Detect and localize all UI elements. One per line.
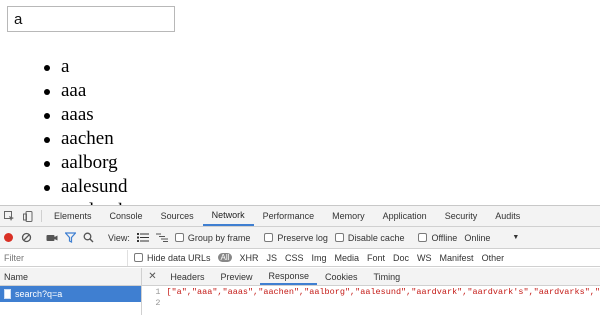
name-column-header[interactable]: Name	[0, 268, 142, 286]
request-name: search?q=a	[15, 289, 63, 299]
tab-memory[interactable]: Memory	[323, 206, 374, 226]
filter-input[interactable]	[0, 249, 128, 266]
list-item: a	[42, 55, 342, 79]
checkbox-icon	[174, 233, 184, 242]
chevron-down-icon: ▼	[512, 234, 520, 241]
response-body[interactable]: 1 ["a","aaa","aaas","aachen","aalborg","…	[142, 286, 600, 308]
clear-icon[interactable]	[21, 232, 32, 243]
filter-bar: Hide data URLs All XHR JS CSS Img Media …	[0, 249, 600, 267]
list-item: aaas	[42, 103, 342, 127]
network-body: Name search?q=a ✕ Headers Preview Respon…	[0, 268, 600, 315]
checkbox-icon	[334, 233, 344, 242]
devtools-tabbar: Elements Console Sources Network Perform…	[0, 206, 600, 227]
disable-cache-checkbox[interactable]: Disable cache	[334, 232, 405, 243]
tab-console[interactable]: Console	[101, 206, 152, 226]
filter-type-all[interactable]: All	[217, 253, 233, 262]
search-icon[interactable]	[83, 232, 94, 243]
divider	[41, 210, 42, 222]
hide-data-urls-checkbox[interactable]: Hide data URLs	[134, 253, 211, 263]
line-number: 2	[155, 297, 161, 308]
preserve-log-checkbox[interactable]: Preserve log	[264, 233, 328, 243]
screenshot-camera-icon[interactable]	[46, 233, 58, 243]
request-list: Name search?q=a	[0, 268, 143, 315]
list-item: aalborg	[42, 151, 342, 175]
filter-type-doc[interactable]: Doc	[389, 253, 413, 263]
tab-headers[interactable]: Headers	[162, 268, 212, 285]
offline-label: Offline	[431, 232, 458, 243]
filter-type-xhr[interactable]: XHR	[235, 253, 262, 263]
tab-preview[interactable]: Preview	[212, 268, 260, 285]
results-list: a aaa aaas aachen aalborg aalesund aardv…	[42, 55, 342, 205]
tab-response[interactable]: Response	[260, 268, 317, 285]
throttling-select[interactable]: Online ▼	[464, 233, 519, 243]
filter-type-media[interactable]: Media	[331, 253, 364, 263]
tab-network[interactable]: Network	[202, 206, 254, 226]
filter-type-css[interactable]: CSS	[281, 253, 308, 263]
hide-data-urls-label: Hide data URLs	[147, 252, 211, 263]
network-toolbar: View: Group by frame Preserve log Disabl…	[0, 227, 600, 249]
line-number: 1	[155, 286, 161, 297]
inspect-element-icon[interactable]	[0, 206, 19, 226]
request-details: ✕ Headers Preview Response Cookies Timin…	[142, 268, 600, 315]
devtools-panel: Elements Console Sources Network Perform…	[0, 205, 600, 315]
view-label: View:	[108, 232, 130, 243]
search-input[interactable]	[7, 6, 175, 32]
detail-tabbar: ✕ Headers Preview Response Cookies Timin…	[142, 268, 600, 286]
list-item: aaa	[42, 79, 342, 103]
tab-timing[interactable]: Timing	[366, 268, 409, 285]
list-item: aachen	[42, 127, 342, 151]
list-item: aalesund	[42, 175, 342, 199]
document-icon	[4, 289, 11, 299]
group-by-frame-checkbox[interactable]: Group by frame	[174, 232, 251, 243]
checkbox-icon	[418, 233, 428, 242]
filter-type-font[interactable]: Font	[363, 253, 389, 263]
record-icon[interactable]	[3, 232, 14, 243]
code-line: 1 ["a","aaa","aaas","aachen","aalborg","…	[142, 286, 600, 297]
group-by-frame-label: Group by frame	[187, 232, 251, 243]
tab-performance[interactable]: Performance	[254, 206, 324, 226]
offline-checkbox[interactable]: Offline	[418, 233, 457, 243]
code-text: ["a","aaa","aaas","aachen","aalborg","aa…	[166, 286, 600, 297]
large-rows-icon[interactable]	[136, 233, 149, 242]
device-toolbar-icon[interactable]	[19, 206, 38, 226]
tab-elements[interactable]: Elements	[45, 206, 101, 226]
disable-cache-label: Disable cache	[347, 232, 405, 243]
filter-type-img[interactable]: Img	[307, 253, 330, 263]
tab-cookies[interactable]: Cookies	[317, 268, 366, 285]
close-icon[interactable]: ✕	[142, 268, 162, 285]
filter-type-other[interactable]: Other	[478, 253, 509, 263]
preserve-log-label: Preserve log	[277, 232, 328, 243]
code-line: 2	[142, 297, 600, 308]
checkbox-icon	[134, 253, 143, 262]
throttling-value: Online	[464, 232, 491, 243]
waterfall-icon[interactable]	[155, 233, 168, 242]
filter-icon[interactable]	[65, 232, 76, 243]
filter-type-manifest[interactable]: Manifest	[436, 253, 478, 263]
request-row[interactable]: search?q=a	[0, 286, 142, 302]
tab-audits[interactable]: Audits	[486, 206, 529, 226]
tab-security[interactable]: Security	[436, 206, 487, 226]
checkbox-icon	[264, 233, 274, 242]
tab-application[interactable]: Application	[374, 206, 436, 226]
tab-sources[interactable]: Sources	[152, 206, 203, 226]
filter-type-js[interactable]: JS	[262, 253, 281, 263]
filter-type-ws[interactable]: WS	[413, 253, 436, 263]
